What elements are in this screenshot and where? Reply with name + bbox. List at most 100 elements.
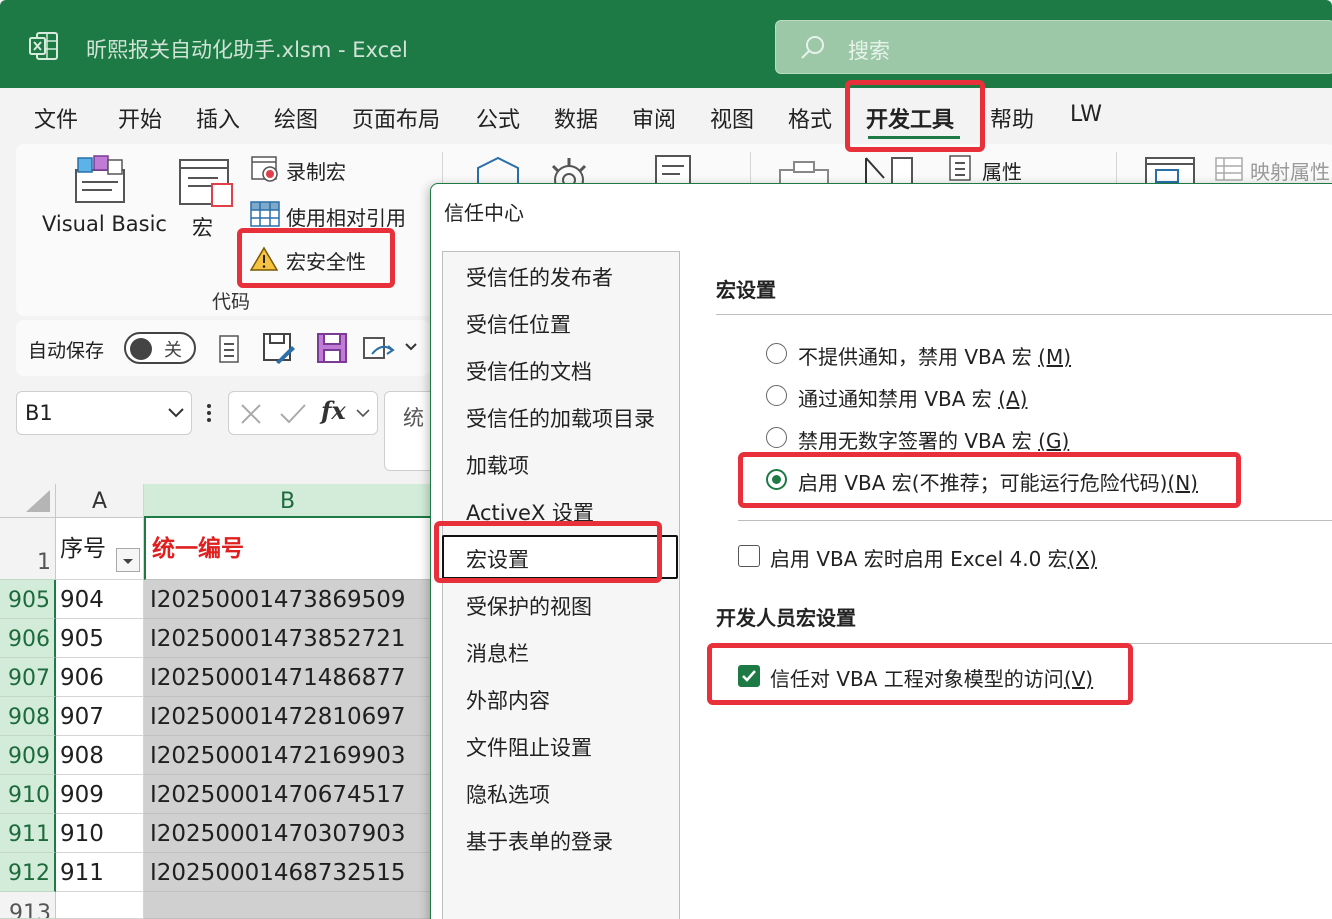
trust-center-nav xyxy=(442,251,680,919)
com-addins-icon xyxy=(655,155,691,186)
filter-dropdown-button[interactable] xyxy=(116,548,140,572)
table-cell[interactable]: 911 xyxy=(56,853,144,892)
option-disable-no-notify: 不提供通知，禁用 VBA 宏 (M) xyxy=(798,345,1072,369)
properties-icon xyxy=(949,155,971,181)
tab-home[interactable]: 开始 xyxy=(118,102,162,134)
nav-item-file-block-settings[interactable]: 文件阻止设置 xyxy=(466,732,592,762)
insert-function-icon[interactable]: fx xyxy=(321,396,346,425)
name-box[interactable]: B1 xyxy=(16,391,192,435)
tab-draw[interactable]: 绘图 xyxy=(274,102,318,134)
row-header[interactable]: 910 xyxy=(0,775,56,814)
map-properties-icon xyxy=(1215,157,1243,181)
select-all-corner[interactable] xyxy=(0,484,56,518)
row-header-1[interactable]: 1 xyxy=(0,518,56,580)
formula-content: 统 xyxy=(403,406,424,430)
table-cell[interactable] xyxy=(56,892,144,919)
relative-reference-button[interactable]: 使用相对引用 xyxy=(286,202,406,231)
row-header[interactable]: 908 xyxy=(0,697,56,736)
table-cell[interactable]: 910 xyxy=(56,814,144,853)
table-cell[interactable]: I20250001472810697 xyxy=(144,697,432,736)
row-header[interactable]: 907 xyxy=(0,658,56,697)
nav-item-privacy-options[interactable]: 隐私选项 xyxy=(466,779,550,809)
table-cell[interactable]: 908 xyxy=(56,736,144,775)
source-icon xyxy=(1145,157,1195,186)
column-header-a[interactable]: A xyxy=(56,484,144,518)
visual-basic-icon xyxy=(75,155,125,203)
radio-disable-no-notify[interactable] xyxy=(766,343,787,364)
properties-button[interactable]: 属性 xyxy=(982,156,1022,185)
table-cell[interactable]: I20250001470674517 xyxy=(144,775,432,814)
tab-review[interactable]: 审阅 xyxy=(632,102,676,134)
formula-buttons: fx xyxy=(228,391,378,435)
nav-item-message-bar[interactable]: 消息栏 xyxy=(466,638,529,668)
table-cell[interactable]: I20250001473852721 xyxy=(144,619,432,658)
map-properties-button[interactable]: 映射属性 xyxy=(1250,156,1330,185)
nav-item-form-based-signin[interactable]: 基于表单的登录 xyxy=(466,826,613,856)
table-cell[interactable]: I20250001470307903 xyxy=(144,814,432,853)
macros-button[interactable]: 宏 xyxy=(192,212,213,242)
nav-item-trusted-locations[interactable]: 受信任位置 xyxy=(466,309,571,339)
chevron-down-icon[interactable] xyxy=(404,342,418,352)
table-cell[interactable]: 909 xyxy=(56,775,144,814)
record-macro-button[interactable]: 录制宏 xyxy=(286,156,346,185)
tab-page-layout[interactable]: 页面布局 xyxy=(352,102,440,134)
highlight-enable-all-macros xyxy=(738,452,1241,508)
row-header[interactable]: 905 xyxy=(0,580,56,619)
toggle-state-label: 关 xyxy=(164,340,182,361)
add-ins-icon xyxy=(477,156,519,186)
label-enable-excel4-macros: 启用 VBA 宏时启用 Excel 4.0 宏(X) xyxy=(770,547,1097,571)
more-options-icon[interactable] xyxy=(204,402,214,424)
tab-data[interactable]: 数据 xyxy=(554,102,598,134)
table-cell[interactable]: I20250001471486877 xyxy=(144,658,432,697)
nav-item-trusted-publishers[interactable]: 受信任的发布者 xyxy=(466,262,613,292)
table-cell[interactable]: 904 xyxy=(56,580,144,619)
row-header[interactable]: 912 xyxy=(0,853,56,892)
tab-view[interactable]: 视图 xyxy=(710,102,754,134)
toggle-knob xyxy=(130,338,152,360)
relative-reference-icon xyxy=(250,201,280,227)
row-header[interactable]: 906 xyxy=(0,619,56,658)
radio-disable-unsigned[interactable] xyxy=(766,427,787,448)
save-icon[interactable] xyxy=(316,332,348,364)
cell-b1[interactable]: 统一编号 xyxy=(144,518,432,580)
select-all-icon xyxy=(26,490,50,512)
gear-icon xyxy=(551,158,587,186)
tab-format[interactable]: 格式 xyxy=(788,102,832,134)
row-header[interactable]: 909 xyxy=(0,736,56,775)
table-cell[interactable] xyxy=(144,892,432,919)
form-icon[interactable] xyxy=(218,334,240,364)
column-header-b[interactable]: B xyxy=(144,484,432,518)
excel-logo-icon xyxy=(29,32,58,60)
tab-insert[interactable]: 插入 xyxy=(196,102,240,134)
tab-file[interactable]: 文件 xyxy=(34,102,78,134)
radio-disable-with-notify[interactable] xyxy=(766,385,787,406)
chevron-down-icon[interactable] xyxy=(355,408,371,418)
tab-formulas[interactable]: 公式 xyxy=(476,102,520,134)
row-header[interactable]: 911 xyxy=(0,814,56,853)
nav-item-trusted-addin-catalogs[interactable]: 受信任的加载项目录 xyxy=(466,403,655,433)
enter-icon[interactable] xyxy=(279,402,307,426)
nav-item-trusted-documents[interactable]: 受信任的文档 xyxy=(466,356,592,386)
tab-help[interactable]: 帮助 xyxy=(990,102,1034,134)
checkbox-enable-excel4-macros[interactable] xyxy=(738,545,760,567)
row-header[interactable]: 913 xyxy=(0,892,56,919)
table-cell[interactable]: 905 xyxy=(56,619,144,658)
visual-basic-button[interactable]: Visual Basic xyxy=(42,212,167,236)
highlight-trust-vba-access xyxy=(707,643,1133,705)
tab-lw[interactable]: LW xyxy=(1070,102,1102,127)
share-icon[interactable] xyxy=(362,332,396,366)
design-mode-icon xyxy=(865,157,913,185)
table-cell[interactable]: I20250001472169903 xyxy=(144,736,432,775)
table-cell[interactable]: I20250001473869509 xyxy=(144,580,432,619)
table-cell[interactable]: 907 xyxy=(56,697,144,736)
nav-item-addins[interactable]: 加载项 xyxy=(466,450,529,480)
nav-item-protected-view[interactable]: 受保护的视图 xyxy=(466,591,592,621)
save-as-icon[interactable] xyxy=(262,332,296,364)
autosave-label: 自动保存 xyxy=(28,340,105,362)
search-input[interactable]: 搜索 xyxy=(775,20,1332,74)
cancel-icon[interactable] xyxy=(239,402,263,426)
table-cell[interactable]: 906 xyxy=(56,658,144,697)
table-cell[interactable]: I20250001468732515 xyxy=(144,853,432,892)
autosave-toggle[interactable]: 关 xyxy=(124,332,196,364)
nav-item-external-content[interactable]: 外部内容 xyxy=(466,685,550,715)
